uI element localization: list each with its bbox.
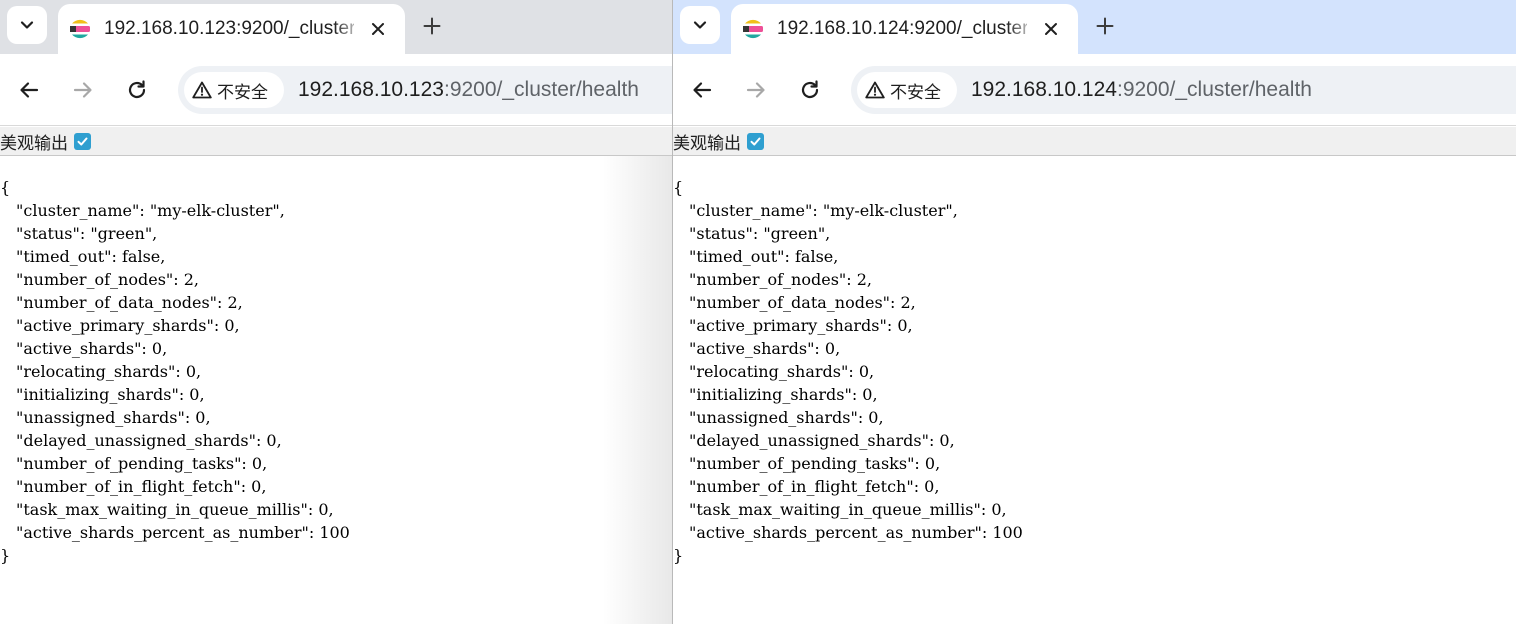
close-icon	[372, 23, 384, 35]
json-line: "relocating_shards": 0,	[16, 362, 202, 381]
json-line: "active_shards_percent_as_number": 100	[689, 523, 1023, 542]
elastic-logo-icon	[69, 18, 91, 40]
tab-close-button[interactable]	[364, 15, 392, 43]
tab-strip: 192.168.10.124:9200/_cluster/health	[673, 0, 1516, 54]
json-line: "number_of_data_nodes": 2,	[16, 293, 243, 312]
new-tab-button[interactable]	[1087, 9, 1123, 43]
json-line: "number_of_in_flight_fetch": 0,	[16, 477, 267, 496]
plus-icon	[1096, 17, 1114, 35]
url-text[interactable]: 192.168.10.123:9200/_cluster/health	[298, 77, 639, 103]
back-button[interactable]	[682, 70, 722, 110]
security-chip[interactable]: 不安全	[184, 72, 284, 108]
arrow-left-icon	[693, 82, 712, 98]
pretty-print-label: 美观输出	[673, 133, 741, 154]
url-host: 192.168.10.123	[298, 78, 444, 101]
json-line: "task_max_waiting_in_queue_millis": 0,	[16, 500, 334, 519]
arrow-right-icon	[73, 82, 92, 98]
tab-title: 192.168.10.124:9200/_cluster/health	[777, 18, 1027, 39]
reload-icon	[128, 80, 146, 99]
forward-button[interactable]	[63, 70, 103, 110]
pretty-print-bar: 美观输出	[0, 127, 672, 156]
pretty-print-checkbox[interactable]	[74, 132, 91, 150]
json-line: "active_primary_shards": 0,	[689, 316, 913, 335]
reload-icon	[801, 80, 819, 99]
url-text[interactable]: 192.168.10.124:9200/_cluster/health	[971, 77, 1312, 103]
json-output: { "cluster_name": "my-elk-cluster", "sta…	[673, 176, 1023, 567]
plus-icon	[423, 17, 441, 35]
json-open-brace: {	[673, 178, 684, 197]
forward-button[interactable]	[736, 70, 776, 110]
json-line: "initializing_shards": 0,	[16, 385, 205, 404]
warning-triangle-icon	[192, 81, 212, 99]
toolbar: 不安全 192.168.10.124:9200/_cluster/health	[673, 54, 1516, 126]
tab-strip: 192.168.10.123:9200/_cluster/health	[0, 0, 672, 54]
json-line: "task_max_waiting_in_queue_millis": 0,	[689, 500, 1007, 519]
tab-active[interactable]: 192.168.10.124:9200/_cluster/health	[731, 4, 1078, 54]
tab-list-button[interactable]	[680, 6, 720, 44]
security-chip[interactable]: 不安全	[857, 72, 957, 108]
tab-title-fade	[1007, 14, 1037, 44]
json-line: "unassigned_shards": 0,	[689, 408, 884, 427]
address-bar[interactable]: 不安全 192.168.10.123:9200/_cluster/health	[178, 66, 672, 114]
security-label: 不安全	[217, 82, 268, 103]
json-line: "initializing_shards": 0,	[689, 385, 878, 404]
arrow-right-icon	[746, 82, 765, 98]
pretty-print-label: 美观输出	[0, 133, 68, 154]
json-line: "timed_out": false,	[16, 247, 166, 266]
json-line: "unassigned_shards": 0,	[16, 408, 211, 427]
json-line: "number_of_pending_tasks": 0,	[16, 454, 268, 473]
json-close-brace: }	[0, 546, 11, 565]
back-button[interactable]	[9, 70, 49, 110]
tab-close-button[interactable]	[1037, 15, 1065, 43]
arrow-left-icon	[20, 82, 39, 98]
reload-button[interactable]	[790, 70, 830, 110]
browser-window-right: 192.168.10.124:9200/_cluster/health	[673, 0, 1516, 624]
window-edge-shadow	[602, 156, 672, 624]
tab-active[interactable]: 192.168.10.123:9200/_cluster/health	[58, 4, 405, 54]
new-tab-button[interactable]	[414, 9, 450, 43]
chevron-down-icon	[20, 21, 34, 29]
elastic-logo-icon	[742, 18, 764, 40]
checkmark-icon	[750, 137, 761, 145]
tab-list-button[interactable]	[7, 6, 47, 44]
json-line: "number_of_in_flight_fetch": 0,	[689, 477, 940, 496]
json-line: "delayed_unassigned_shards": 0,	[16, 431, 282, 450]
tab-title: 192.168.10.123:9200/_cluster/health	[104, 18, 354, 39]
tab-title-fade	[334, 14, 364, 44]
json-line: "number_of_nodes": 2,	[16, 270, 200, 289]
url-host: 192.168.10.124	[971, 78, 1117, 101]
close-icon	[1045, 23, 1057, 35]
json-line: "status": "green",	[16, 224, 158, 243]
url-path: :9200/_cluster/health	[443, 78, 639, 101]
json-line: "relocating_shards": 0,	[689, 362, 875, 381]
json-line: "active_primary_shards": 0,	[16, 316, 240, 335]
json-line: "active_shards": 0,	[16, 339, 168, 358]
json-close-brace: }	[673, 546, 684, 565]
pretty-print-bar: 美观输出	[673, 127, 1516, 156]
address-bar[interactable]: 不安全 192.168.10.124:9200/_cluster/health	[851, 66, 1516, 114]
browser-window-left: 192.168.10.123:9200/_cluster/health	[0, 0, 672, 624]
url-path: :9200/_cluster/health	[1116, 78, 1312, 101]
reload-button[interactable]	[117, 70, 157, 110]
json-line: "delayed_unassigned_shards": 0,	[689, 431, 955, 450]
json-line: "active_shards_percent_as_number": 100	[16, 523, 350, 542]
checkmark-icon	[77, 137, 88, 145]
json-line: "number_of_nodes": 2,	[689, 270, 873, 289]
json-line: "status": "green",	[689, 224, 831, 243]
json-line: "timed_out": false,	[689, 247, 839, 266]
toolbar: 不安全 192.168.10.123:9200/_cluster/health	[0, 54, 672, 126]
json-line: "cluster_name": "my-elk-cluster",	[16, 201, 285, 220]
json-line: "cluster_name": "my-elk-cluster",	[689, 201, 958, 220]
json-line: "number_of_data_nodes": 2,	[689, 293, 916, 312]
pretty-print-checkbox[interactable]	[747, 132, 764, 150]
json-open-brace: {	[0, 178, 11, 197]
warning-triangle-icon	[865, 81, 885, 99]
chevron-down-icon	[693, 21, 707, 29]
json-line: "number_of_pending_tasks": 0,	[689, 454, 941, 473]
json-line: "active_shards": 0,	[689, 339, 841, 358]
security-label: 不安全	[890, 82, 941, 103]
json-output: { "cluster_name": "my-elk-cluster", "sta…	[0, 176, 350, 567]
